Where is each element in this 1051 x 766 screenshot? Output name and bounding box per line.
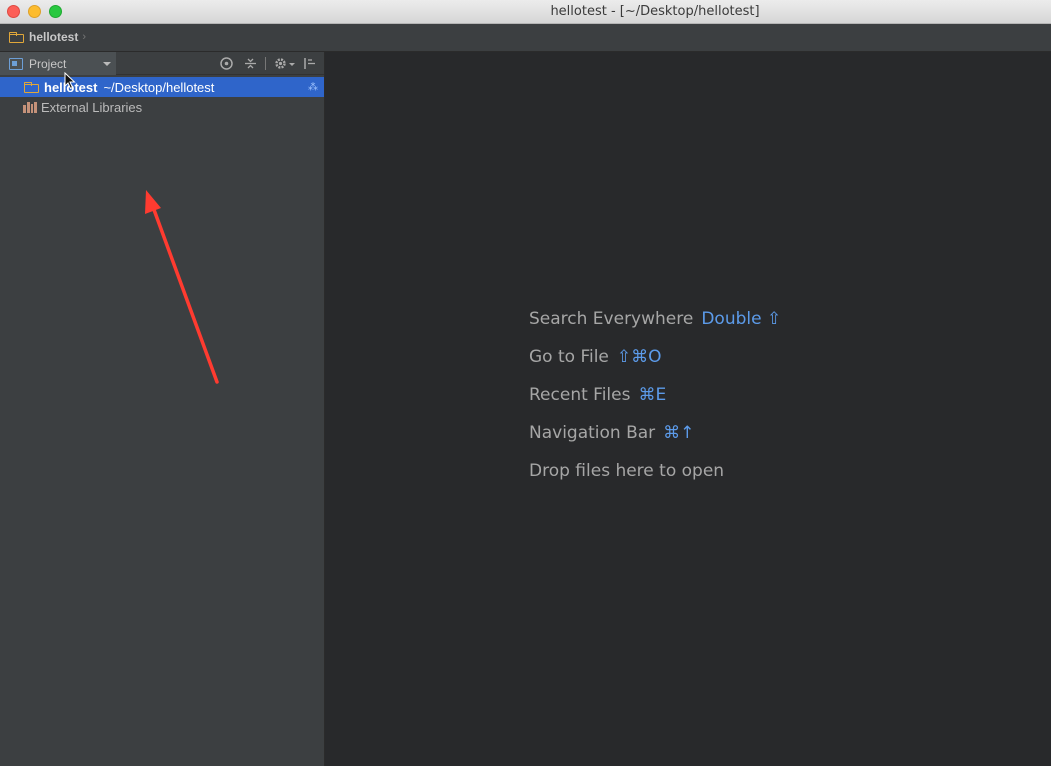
window-title-bar: hellotest - [~/Desktop/hellotest] bbox=[0, 0, 1051, 24]
mouse-cursor-icon bbox=[64, 72, 76, 90]
hint-go-to-file: Go to File ⇧⌘O bbox=[529, 347, 662, 367]
tree-item-external-libraries[interactable]: External Libraries bbox=[0, 97, 324, 117]
project-panel: Project hellotest ~/Desktop/hellotest ⁂ … bbox=[0, 52, 325, 766]
hint-text: Go to File bbox=[529, 347, 609, 367]
hint-text: Navigation Bar bbox=[529, 423, 656, 443]
library-icon bbox=[23, 101, 37, 113]
navigation-bar: hellotest › bbox=[0, 24, 1051, 52]
hint-text: Drop files here to open bbox=[529, 461, 725, 481]
hint-recent-files: Recent Files ⌘E bbox=[529, 385, 666, 405]
folder-icon bbox=[24, 81, 39, 93]
window-title: hellotest - [~/Desktop/hellotest] bbox=[550, 4, 760, 19]
scroll-from-source-icon[interactable] bbox=[219, 56, 234, 71]
hint-shortcut: ⌘↑ bbox=[663, 423, 695, 443]
breadcrumb-label: hellotest bbox=[29, 30, 79, 44]
chevron-down-icon bbox=[103, 62, 111, 66]
loading-indicator-icon: ⁂ bbox=[308, 82, 318, 93]
project-view-selector[interactable]: Project bbox=[0, 52, 116, 75]
hint-shortcut: Double ⇧ bbox=[701, 309, 782, 329]
tree-item-path: ~/Desktop/hellotest bbox=[103, 79, 215, 95]
hint-shortcut: ⇧⌘O bbox=[616, 347, 662, 367]
collapse-all-icon[interactable] bbox=[243, 56, 258, 71]
hint-navigation-bar: Navigation Bar ⌘↑ bbox=[529, 423, 694, 443]
hint-text: Recent Files bbox=[529, 385, 631, 405]
project-panel-header: Project bbox=[0, 52, 324, 75]
breadcrumb-project[interactable]: hellotest › bbox=[9, 30, 86, 44]
gear-dropdown-icon[interactable] bbox=[289, 63, 295, 66]
breadcrumb-separator: › bbox=[82, 31, 87, 43]
toolbar-separator bbox=[265, 57, 266, 70]
hide-panel-icon[interactable] bbox=[302, 56, 317, 71]
hint-search-everywhere: Search Everywhere Double ⇧ bbox=[529, 309, 781, 329]
folder-icon bbox=[9, 31, 24, 43]
hint-shortcut: ⌘E bbox=[638, 385, 667, 405]
tree-item-name: External Libraries bbox=[41, 99, 143, 115]
project-view-icon bbox=[9, 57, 23, 70]
editor-area[interactable]: Search Everywhere Double ⇧ Go to File ⇧⌘O … bbox=[325, 52, 1051, 766]
hint-text: Search Everywhere bbox=[529, 309, 694, 329]
gear-icon[interactable] bbox=[273, 56, 288, 71]
tree-item-hellotest[interactable]: hellotest ~/Desktop/hellotest ⁂ bbox=[0, 77, 324, 97]
project-view-label: Project bbox=[29, 56, 67, 71]
hint-drop-files: Drop files here to open bbox=[529, 461, 724, 481]
